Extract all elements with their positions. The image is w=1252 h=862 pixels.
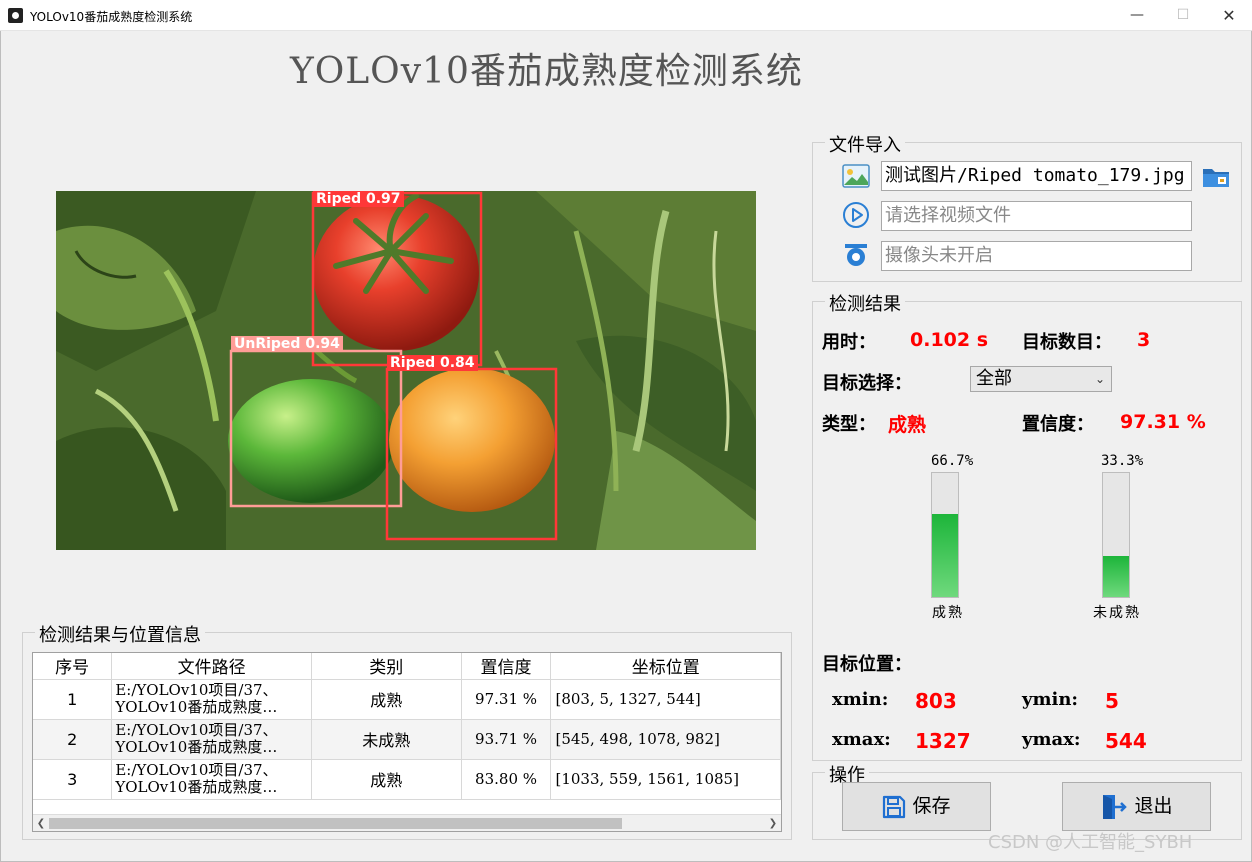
ripe-bar — [931, 472, 959, 598]
row-path: E:/YOLOv10项目/37、 YOLOv10番茄成熟度… — [111, 759, 312, 800]
row-index: 1 — [33, 679, 113, 720]
save-icon — [883, 795, 906, 818]
folder-icon[interactable] — [1202, 162, 1230, 190]
row-confidence: 83.80 % — [461, 759, 552, 800]
row-index: 2 — [33, 719, 113, 760]
row-coordinates: [1033, 559, 1561, 1085] — [550, 759, 781, 800]
maximize-button[interactable]: ☐ — [1160, 0, 1206, 31]
horizontal-scrollbar[interactable]: ❮ ❯ — [33, 814, 781, 831]
column-header-path[interactable]: 文件路径 — [111, 653, 312, 680]
exit-icon — [1103, 794, 1128, 819]
video-file-field[interactable]: 请选择视频文件 — [881, 201, 1192, 231]
count-value: 3 — [1137, 329, 1151, 351]
target-select-value: 全部 — [976, 368, 1012, 389]
table-header-row: 序号 文件路径 类别 置信度 坐标位置 — [33, 653, 781, 680]
row-path: E:/YOLOv10项目/37、 YOLOv10番茄成熟度… — [111, 679, 312, 720]
table-row[interactable]: 3 E:/YOLOv10项目/37、 YOLOv10番茄成熟度… 成熟 83.80… — [33, 759, 781, 800]
exit-button[interactable]: 退出 — [1062, 782, 1211, 831]
xmin-value: 803 — [915, 689, 957, 713]
save-button[interactable]: 保存 — [842, 782, 991, 831]
time-value: 0.102 s — [910, 329, 989, 351]
bbox-label: UnRiped 0.94 — [231, 336, 343, 352]
unripe-bar-label: 未成熟 — [1093, 605, 1141, 621]
video-play-icon[interactable] — [842, 201, 870, 229]
camera-field[interactable]: 摄像头未开启 — [881, 241, 1192, 271]
unripe-bar-fill — [1103, 555, 1129, 597]
confidence-value: 97.31 % — [1120, 411, 1206, 433]
time-label: 用时： — [822, 332, 876, 353]
image-icon[interactable] — [842, 162, 870, 190]
row-index: 3 — [33, 759, 113, 800]
bbox-label: Riped 0.97 — [313, 191, 404, 207]
row-confidence: 97.31 % — [461, 679, 552, 720]
row-path-line: YOLOv10番茄成熟度… — [115, 738, 278, 756]
row-class: 成熟 — [311, 759, 462, 800]
exit-button-label: 退出 — [1134, 795, 1173, 817]
column-header-class[interactable]: 类别 — [311, 653, 462, 680]
row-path-line: E:/YOLOv10项目/37、 — [115, 681, 278, 699]
save-button-label: 保存 — [912, 795, 951, 817]
count-label: 目标数目： — [1022, 332, 1112, 353]
file-import-title: 文件导入 — [825, 131, 905, 157]
window-title: YOLOv10番茄成熟度检测系统 — [30, 10, 193, 24]
ripe-bar-fill — [932, 514, 958, 597]
row-path: E:/YOLOv10项目/37、 YOLOv10番茄成熟度… — [111, 719, 312, 760]
column-header-index[interactable]: 序号 — [33, 653, 113, 680]
minimize-button[interactable]: — — [1114, 0, 1160, 31]
row-path-line: E:/YOLOv10项目/37、 — [115, 721, 278, 739]
page-title: YOLOv10番茄成熟度检测系统 — [290, 51, 803, 92]
chevron-down-icon: ⌄ — [1094, 372, 1105, 386]
type-value: 成熟 — [888, 414, 927, 436]
watermark: CSDN @人工智能_SYBH — [988, 832, 1193, 853]
bbox-label: Riped 0.84 — [387, 355, 478, 371]
target-select[interactable]: 全部 ⌄ — [970, 366, 1112, 392]
row-confidence: 93.71 % — [461, 719, 552, 760]
image-path-field[interactable]: 测试图片/Riped tomato_179.jpg — [881, 161, 1192, 191]
results-table-title: 检测结果与位置信息 — [35, 621, 205, 647]
ymax-label: ymax: — [1022, 729, 1081, 750]
results-table[interactable]: 序号 文件路径 类别 置信度 坐标位置 1 E:/YOLOv10项目/37、 YO… — [32, 652, 782, 832]
camera-icon[interactable] — [842, 241, 870, 269]
target-select-label: 目标选择： — [822, 373, 912, 394]
xmin-label: xmin: — [832, 689, 889, 710]
type-label: 类型： — [822, 414, 876, 435]
confidence-label: 置信度： — [1022, 414, 1094, 435]
ripe-percent: 66.7% — [931, 453, 974, 469]
row-class: 未成熟 — [311, 719, 462, 760]
xmax-value: 1327 — [915, 729, 971, 753]
row-path-line: E:/YOLOv10项目/37、 — [115, 761, 278, 779]
scroll-left-icon[interactable]: ❮ — [33, 815, 49, 831]
target-position-label: 目标位置： — [822, 654, 912, 675]
row-path-line: YOLOv10番茄成熟度… — [115, 698, 278, 716]
detection-result-title: 检测结果 — [825, 290, 905, 316]
scroll-right-icon[interactable]: ❯ — [765, 815, 781, 831]
column-header-confidence[interactable]: 置信度 — [461, 653, 552, 680]
app-icon — [8, 8, 23, 23]
ymin-value: 5 — [1105, 689, 1119, 713]
table-row[interactable]: 1 E:/YOLOv10项目/37、 YOLOv10番茄成熟度… 成熟 97.31… — [33, 679, 781, 720]
ripe-bar-label: 成熟 — [932, 605, 964, 621]
row-coordinates: [545, 498, 1078, 982] — [550, 719, 781, 760]
unripe-bar — [1102, 472, 1130, 598]
table-row[interactable]: 2 E:/YOLOv10项目/37、 YOLOv10番茄成熟度… 未成熟 93.7… — [33, 719, 781, 760]
detection-image: Riped 0.97 UnRiped 0.94 Riped 0.84 — [56, 191, 756, 550]
row-class: 成熟 — [311, 679, 462, 720]
xmax-label: xmax: — [832, 729, 891, 750]
column-header-coordinates[interactable]: 坐标位置 — [550, 653, 781, 680]
unripe-percent: 33.3% — [1101, 453, 1144, 469]
ymax-value: 544 — [1105, 729, 1147, 753]
row-coordinates: [803, 5, 1327, 544] — [550, 679, 781, 720]
close-button[interactable]: ✕ — [1206, 0, 1252, 31]
window-titlebar: YOLOv10番茄成熟度检测系统 — ☐ ✕ — [0, 0, 1252, 31]
ymin-label: ymin: — [1022, 689, 1079, 710]
scrollbar-thumb[interactable] — [49, 818, 622, 829]
row-path-line: YOLOv10番茄成熟度… — [115, 778, 278, 796]
